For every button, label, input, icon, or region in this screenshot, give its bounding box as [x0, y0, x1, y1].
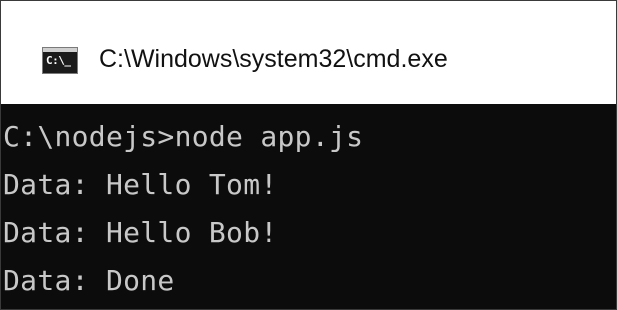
cmd-icon-bar	[43, 48, 77, 52]
cmd-window: C:\_ C:\Windows\system32\cmd.exe C:\node…	[0, 0, 617, 310]
console-line: Data: Hello Bob!	[3, 216, 278, 249]
title-bar[interactable]: C:\_ C:\Windows\system32\cmd.exe	[1, 1, 616, 104]
console-line: Data: Hello Tom!	[3, 168, 278, 201]
console-line: C:\nodejs>node app.js	[3, 120, 364, 153]
cmd-icon-glyph: C:\_	[46, 54, 71, 67]
window-title: C:\Windows\system32\cmd.exe	[99, 45, 448, 73]
cmd-icon[interactable]: C:\_	[42, 47, 78, 74]
console-output[interactable]: C:\nodejs>node app.js Data: Hello Tom! D…	[1, 104, 616, 309]
console-line: Data: Done	[3, 264, 175, 297]
